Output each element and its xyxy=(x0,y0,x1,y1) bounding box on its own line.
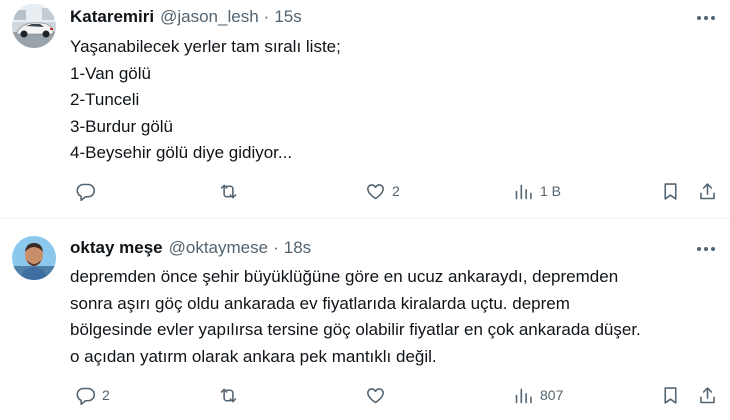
tweet-header: oktay meşe @oktaymese · 18s xyxy=(70,237,311,259)
share-icon xyxy=(700,182,715,199)
timestamp[interactable]: 18s xyxy=(284,238,311,258)
tweet-text-line: 2-Tunceli xyxy=(70,90,140,109)
bookmark-button[interactable] xyxy=(660,383,681,407)
like-button[interactable] xyxy=(365,383,392,407)
tweet[interactable]: Kataremiri @jason_lesh · 15s Yaşanabilec… xyxy=(0,0,730,219)
display-name[interactable]: Kataremiri xyxy=(70,7,154,27)
retweet-button[interactable] xyxy=(218,383,245,407)
view-count: 1 B xyxy=(540,183,562,199)
action-bar: 2 1 B xyxy=(0,179,730,203)
bookmark-icon xyxy=(664,386,677,404)
separator-dot: · xyxy=(263,7,270,26)
views-icon xyxy=(515,184,532,199)
tweet-text-line: sonra aşırı göç oldu ankarada ev fiyatla… xyxy=(70,293,570,313)
view-count: 807 xyxy=(540,387,564,403)
views-icon xyxy=(515,388,532,403)
more-icon[interactable] xyxy=(694,8,718,28)
reply-button[interactable] xyxy=(75,179,102,203)
user-handle[interactable]: @jason_lesh xyxy=(160,7,259,27)
tweet-text: Yaşanabilecek yerler tam sıralı liste; 1… xyxy=(70,34,720,167)
tweet-text-line: depremden önce şehir büyüklüğüne göre en… xyxy=(70,267,619,286)
reply-icon xyxy=(76,387,96,405)
tweet-text-line: bölgesinde evler yapılırsa tersine göç o… xyxy=(70,320,641,339)
tweet-text-line: o açıdan yatırm olarak ankara pek mantık… xyxy=(70,346,437,366)
retweet-icon xyxy=(220,184,237,198)
reply-button[interactable]: 2 xyxy=(75,383,110,407)
display-name[interactable]: oktay meşe xyxy=(70,238,163,258)
reply-icon xyxy=(76,183,96,201)
tweet-text-line: Yaşanabilecek yerler tam sıralı liste; xyxy=(70,37,341,56)
retweet-icon xyxy=(220,388,237,402)
bookmark-icon xyxy=(664,182,677,200)
views-button[interactable]: 807 xyxy=(513,383,563,407)
share-icon xyxy=(700,386,715,403)
views-button[interactable]: 1 B xyxy=(513,179,561,203)
reply-count: 2 xyxy=(102,387,110,403)
share-button[interactable] xyxy=(697,383,718,407)
avatar[interactable] xyxy=(12,4,56,48)
avatar[interactable] xyxy=(12,236,56,280)
tweet-text-line: 3-Burdur gölü xyxy=(70,116,174,136)
tweet-text-line: 1-Van gölü xyxy=(70,63,151,83)
heart-icon xyxy=(367,387,384,403)
bookmark-button[interactable] xyxy=(660,179,681,203)
tweet-header: Kataremiri @jason_lesh · 15s xyxy=(70,6,302,28)
like-count: 2 xyxy=(392,183,400,199)
share-button[interactable] xyxy=(697,179,718,203)
tweet-text-line: 4-Beysehir gölü diye gidiyor... xyxy=(70,143,293,162)
like-button[interactable]: 2 xyxy=(365,179,400,203)
tweet[interactable]: oktay meşe @oktaymese · 18s depremden ön… xyxy=(0,219,730,420)
retweet-button[interactable] xyxy=(218,179,245,203)
tweet-text: depremden önce şehir büyüklüğüne göre en… xyxy=(70,264,720,370)
more-icon[interactable] xyxy=(694,239,718,259)
timestamp[interactable]: 15s xyxy=(274,7,301,27)
action-bar: 2 807 xyxy=(0,383,730,407)
heart-icon xyxy=(367,183,384,199)
separator-dot: · xyxy=(273,238,279,257)
user-handle[interactable]: @oktaymese xyxy=(169,238,268,258)
